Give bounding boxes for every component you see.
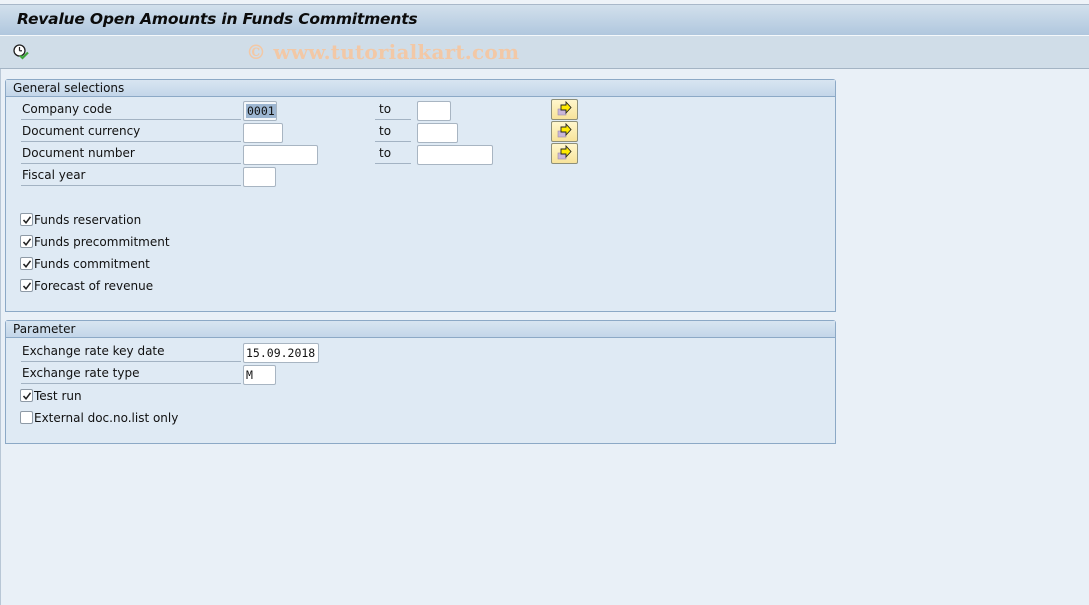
document-currency-from-input[interactable] (243, 123, 283, 143)
document-number-to-label: to (375, 144, 411, 164)
company-code-from-input[interactable]: 0001 (243, 101, 277, 121)
title-bar: Revalue Open Amounts in Funds Commitment… (0, 5, 1089, 36)
parameter-group: Parameter Exchange rate key date 15.09.2… (5, 320, 836, 444)
external-doc-no-list-only-checkbox[interactable] (20, 411, 33, 424)
multiple-selection-arrow-icon (557, 100, 572, 116)
forecast-of-revenue-checkbox[interactable] (20, 279, 33, 292)
test-run-label: Test run (34, 389, 82, 403)
funds-precommitment-checkbox-row[interactable]: Funds precommitment (20, 234, 170, 252)
general-selections-title: General selections (6, 80, 835, 97)
execute-button[interactable] (12, 43, 30, 61)
general-selections-group: General selections Company code 0001 to … (5, 79, 836, 312)
external-doc-no-list-only-label: External doc.no.list only (34, 411, 179, 425)
document-number-to-input[interactable] (417, 145, 493, 165)
funds-reservation-checkbox[interactable] (20, 213, 33, 226)
document-number-label: Document number (21, 144, 241, 164)
company-code-from-value: 0001 (246, 104, 276, 118)
fiscal-year-input[interactable] (243, 167, 276, 187)
exchange-rate-type-input[interactable]: M (243, 365, 276, 385)
company-code-multiple-selection-button[interactable] (551, 99, 578, 120)
company-code-label: Company code (21, 100, 241, 120)
exchange-rate-key-date-label: Exchange rate key date (21, 342, 241, 362)
test-run-checkbox[interactable] (20, 389, 33, 402)
funds-commitment-checkbox-row[interactable]: Funds commitment (20, 256, 150, 274)
page-title: Revalue Open Amounts in Funds Commitment… (17, 10, 418, 28)
funds-commitment-checkbox[interactable] (20, 257, 33, 270)
company-code-to-label: to (375, 100, 411, 120)
test-run-checkbox-row[interactable]: Test run (20, 388, 82, 406)
parameter-title: Parameter (6, 321, 835, 338)
checkmark-icon (22, 392, 32, 401)
external-doc-no-list-only-checkbox-row[interactable]: External doc.no.list only (20, 410, 178, 428)
checkmark-icon (22, 282, 32, 291)
left-border (0, 69, 1, 605)
checkmark-icon (22, 216, 32, 225)
exchange-rate-type-label: Exchange rate type (21, 364, 241, 384)
checkmark-icon (22, 238, 32, 247)
checkmark-icon (22, 260, 32, 269)
forecast-of-revenue-label: Forecast of revenue (34, 279, 154, 293)
document-number-from-input[interactable] (243, 145, 318, 165)
document-number-multiple-selection-button[interactable] (551, 143, 578, 164)
funds-reservation-label: Funds reservation (34, 213, 142, 227)
document-currency-to-input[interactable] (417, 123, 458, 143)
application-toolbar: © www.tutorialkart.com (0, 36, 1089, 69)
exchange-rate-key-date-input[interactable]: 15.09.2018 (243, 343, 319, 363)
funds-precommitment-label: Funds precommitment (34, 235, 170, 249)
funds-reservation-checkbox-row[interactable]: Funds reservation (20, 212, 141, 230)
multiple-selection-arrow-icon (557, 122, 572, 138)
company-code-to-input[interactable] (417, 101, 451, 121)
execute-clock-check-icon (13, 44, 29, 60)
document-currency-multiple-selection-button[interactable] (551, 121, 578, 142)
fiscal-year-label: Fiscal year (21, 166, 241, 186)
funds-commitment-label: Funds commitment (34, 257, 150, 271)
document-currency-to-label: to (375, 122, 411, 142)
multiple-selection-arrow-icon (557, 144, 572, 160)
forecast-of-revenue-checkbox-row[interactable]: Forecast of revenue (20, 278, 153, 296)
document-currency-label: Document currency (21, 122, 241, 142)
watermark-text: © www.tutorialkart.com (246, 40, 520, 64)
funds-precommitment-checkbox[interactable] (20, 235, 33, 248)
